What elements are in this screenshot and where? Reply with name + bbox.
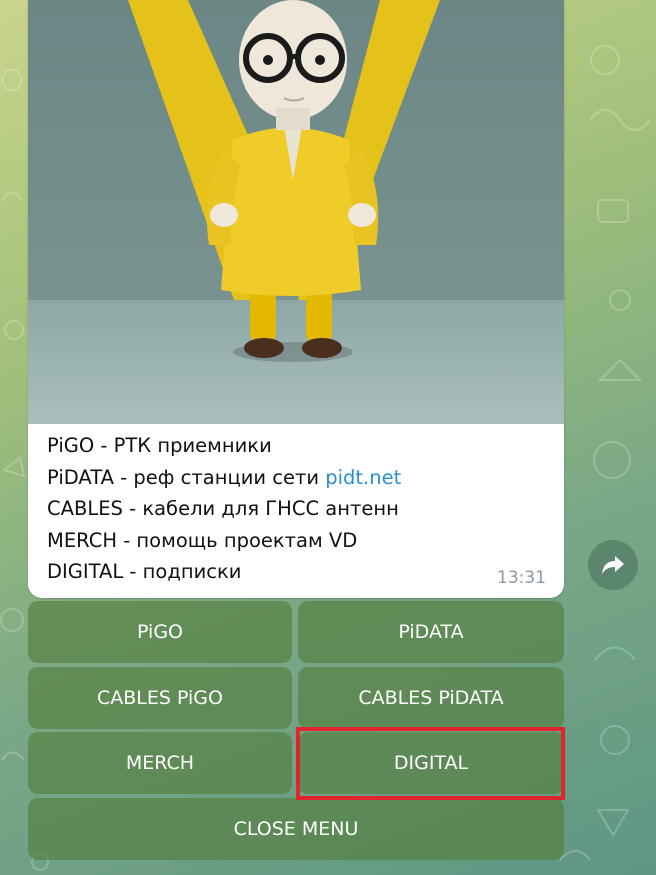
merch-button[interactable]: MERCH xyxy=(28,732,292,794)
caption-line-merch: MERCH - помощь проектам VD xyxy=(47,528,358,552)
share-button[interactable] xyxy=(588,540,638,590)
caption-line-pigo: PiGO - РТК приемники xyxy=(47,434,272,457)
share-arrow-icon xyxy=(602,556,624,574)
pidata-button[interactable]: PiDATA xyxy=(298,601,564,663)
digital-highlight-box xyxy=(296,727,565,800)
message-time: 13:31 xyxy=(497,568,546,588)
message-caption: PiGO - РТК приемники PiDATA - реф станци… xyxy=(47,430,547,588)
caption-line-digital: DIGITAL - подписки xyxy=(47,560,242,583)
cables-pidata-button[interactable]: CABLES PiDATA xyxy=(298,667,564,729)
close-menu-button[interactable]: CLOSE MENU xyxy=(28,798,564,860)
cables-pigo-button[interactable]: CABLES PiGO xyxy=(28,667,292,729)
message-photo[interactable] xyxy=(28,0,564,424)
caption-line-pidata: PiDATA - реф станции сети pidt.net xyxy=(47,465,402,489)
caption-line-cables: CABLES - кабели для ГНСС антенн xyxy=(47,497,399,520)
pidt-link[interactable]: pidt.net xyxy=(325,466,401,489)
character-illustration xyxy=(28,0,564,424)
pigo-button[interactable]: PiGO xyxy=(28,601,292,663)
message-bubble: PiGO - РТК приемники PiDATA - реф станци… xyxy=(28,0,564,598)
